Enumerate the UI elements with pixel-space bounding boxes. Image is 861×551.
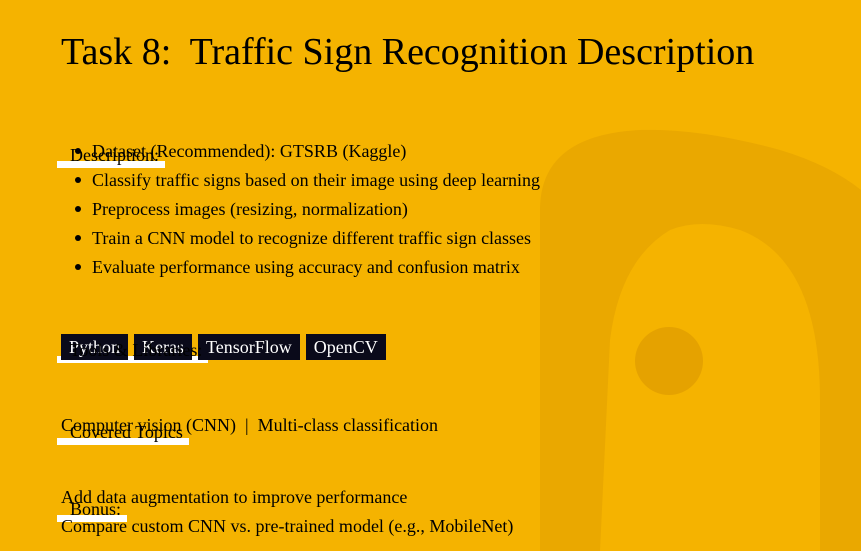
page-title: Task 8: Traffic Sign Recognition Descrip… [61, 31, 755, 73]
topics-label-text: Covered Topics [70, 422, 183, 442]
tools-label-text: Tools & Libraries: [69, 340, 203, 360]
list-item: Train a CNN model to recognize different… [72, 227, 540, 256]
tools-label: Tools & Libraries: [57, 300, 209, 363]
bullet-icon [75, 264, 81, 270]
list-item: Classify traffic signs based on their im… [72, 169, 540, 198]
topics-label: Covered Topics [57, 382, 189, 445]
bonus-line: Compare custom CNN vs. pre-trained model… [61, 516, 514, 536]
bullet-text: Preprocess images (resizing, normalizati… [92, 199, 408, 219]
bullet-text: Evaluate performance using accuracy and … [92, 257, 520, 277]
tag-tensorflow: TensorFlow [198, 334, 300, 360]
bullet-icon [75, 177, 81, 183]
bullet-text: Train a CNN model to recognize different… [92, 228, 532, 248]
bullet-icon [75, 206, 81, 212]
description-label-text: Description: [70, 145, 159, 165]
tag-opencv: OpenCV [305, 334, 386, 360]
bullet-icon [75, 235, 81, 241]
description-label: Description: [57, 105, 165, 168]
list-item: Preprocess images (resizing, normalizati… [72, 198, 540, 227]
bullet-text: Classify traffic signs based on their im… [92, 170, 541, 190]
list-item: Evaluate performance using accuracy and … [72, 256, 540, 285]
bonus-label-text: Bonus: [70, 499, 122, 519]
